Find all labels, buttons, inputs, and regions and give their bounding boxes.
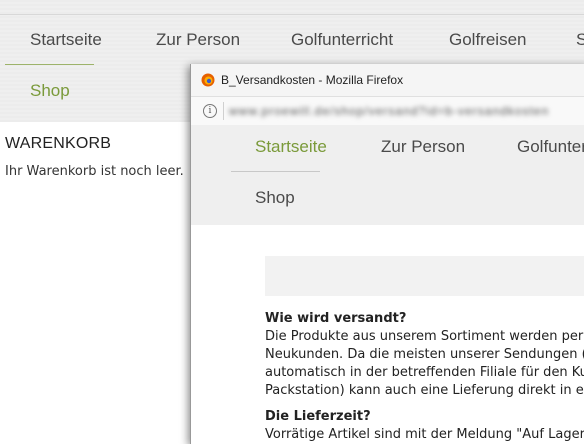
active-nav-underline (5, 64, 94, 65)
firefox-icon (201, 73, 215, 87)
nav-item-golfreisen[interactable]: Golfreisen (449, 30, 526, 50)
nav-item-shop[interactable]: Shop (30, 81, 70, 101)
popup-nav-item-shop[interactable]: Shop (255, 188, 295, 208)
section-heading-versand: Wie wird versandt? (265, 311, 407, 326)
section-heading-lieferzeit: Die Lieferzeit? (265, 409, 371, 424)
window-titlebar[interactable]: B_Versandkosten - Mozilla Firefox (191, 64, 584, 96)
url-bar[interactable]: i www.proewill.de/shop/versand?id=b-vers… (191, 96, 584, 126)
nav-item-zur-person[interactable]: Zur Person (156, 30, 240, 50)
popup-navbar: Startseite Zur Person Golfunter Shop (191, 125, 584, 225)
window-title: B_Versandkosten - Mozilla Firefox (221, 73, 404, 87)
navbar-top-border (0, 14, 584, 15)
cart-empty-message: Ihr Warenkorb ist noch leer. (5, 164, 184, 179)
url-divider (223, 102, 224, 120)
info-icon[interactable]: i (203, 104, 217, 118)
versand-text-line: Die Produkte aus unserem Sortiment werde… (265, 329, 584, 344)
lieferzeit-text-line: Vorrätige Artikel sind mit der Meldung "… (265, 427, 584, 442)
url-text-blurred[interactable]: www.proewill.de/shop/versand?id=b-versan… (229, 104, 549, 118)
firefox-popup-window[interactable]: B_Versandkosten - Mozilla Firefox i www.… (190, 64, 584, 444)
nav-item-golfunterricht[interactable]: Golfunterricht (291, 30, 393, 50)
versand-text-line: Neukunden. Da die meisten unserer Sendun… (265, 347, 584, 362)
content-header-box (265, 256, 584, 296)
popup-nav-item-golfunterricht[interactable]: Golfunter (517, 137, 584, 157)
versand-text-line: automatisch in der betreffenden Filiale … (265, 365, 584, 380)
nav-item-truncated[interactable]: S (576, 30, 584, 50)
popup-nav-underline (231, 171, 320, 172)
cart-title: WARENKORB (5, 135, 112, 152)
popup-nav-item-zur-person[interactable]: Zur Person (381, 137, 465, 157)
popup-nav-item-startseite[interactable]: Startseite (255, 137, 327, 157)
shipping-info-content: Wie wird versandt? Die Produkte aus unse… (265, 310, 584, 444)
nav-item-startseite[interactable]: Startseite (30, 30, 102, 50)
versand-text-line: Packstation) kann auch eine Lieferung di… (265, 383, 584, 398)
